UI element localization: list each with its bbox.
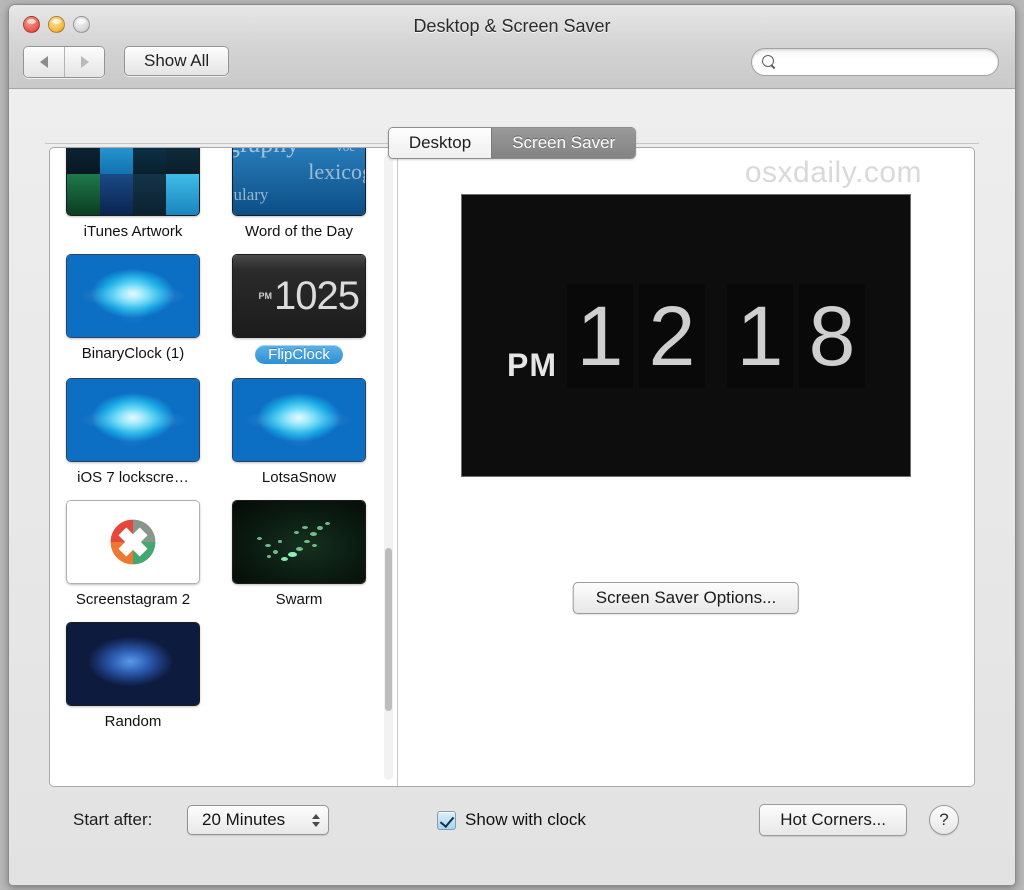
screensaver-label: Swarm (275, 591, 323, 608)
hot-corners-button[interactable]: Hot Corners... (759, 804, 907, 836)
search-icon (762, 54, 777, 70)
window-body: Desktop Screen Saver iTunes Artwork lexi… (9, 89, 1015, 885)
show-with-clock-row[interactable]: Show with clock (437, 810, 586, 830)
tab-screen-saver-label: Screen Saver (512, 133, 616, 152)
blue-swirl-art (67, 255, 199, 337)
wotd-word-3: lexicog (308, 159, 365, 184)
screensaver-label: iTunes Artwork (83, 223, 183, 240)
flipclock-digit-1: 1 (567, 283, 633, 388)
window-title: Desktop & Screen Saver (413, 16, 611, 36)
flipclock-ampm: PM (507, 346, 557, 383)
flipclock-thumb-digits: 1025 (274, 274, 360, 318)
back-button[interactable] (24, 47, 64, 77)
bottom-controls: Start after: 20 Minutes Show with clock … (9, 798, 1015, 842)
dark-swirl-art (67, 623, 199, 705)
wotd-word-4: bulary (233, 185, 269, 204)
flipclock-digit-3: 1 (727, 283, 793, 388)
start-after-dropdown[interactable]: 20 Minutes (187, 805, 329, 835)
tab-screen-saver[interactable]: Screen Saver (491, 128, 636, 158)
screensaver-item-itunes-artwork[interactable]: iTunes Artwork (50, 148, 216, 248)
stepper-down-icon (312, 821, 320, 827)
search-input[interactable] (783, 54, 983, 70)
stepper-up-icon (312, 813, 320, 819)
screensaver-list[interactable]: iTunes Artwork graphy voc lexicog bulary (50, 148, 398, 786)
show-all-label: Show All (144, 51, 210, 70)
screen-saver-options-label: Screen Saver Options... (595, 588, 777, 607)
screen-saver-options-button[interactable]: Screen Saver Options... (572, 582, 800, 614)
thumbnail-lotsasnow (232, 378, 366, 462)
flipclock-digit-4: 8 (799, 283, 865, 388)
thumbnail-binaryclock (66, 254, 200, 338)
swarm-art (233, 501, 365, 583)
list-scrollbar-thumb[interactable] (385, 548, 392, 712)
blue-swirl-art (67, 379, 199, 461)
screensaver-item-random[interactable]: Random (50, 616, 216, 738)
screensaver-item-binaryclock[interactable]: BinaryClock (1) (50, 248, 216, 372)
thumbnail-itunes-artwork (66, 148, 200, 216)
tab-group: Desktop Screen Saver (387, 127, 637, 159)
screensaver-label-selected: FlipClock (255, 345, 343, 364)
flipclock-thumb-ampm: PM (258, 291, 273, 301)
window-titlebar: Desktop & Screen Saver Show All (9, 5, 1015, 89)
search-field[interactable] (751, 48, 999, 76)
preview-pane: osxdaily.com PM 1 2 1 8 Screen Saver Opt… (398, 148, 974, 786)
list-scrollbar[interactable] (384, 154, 393, 780)
tab-desktop[interactable]: Desktop (388, 128, 492, 158)
thumbnail-swarm (232, 500, 366, 584)
screensaver-label: LotsaSnow (261, 469, 337, 486)
screensaver-label: Word of the Day (244, 223, 354, 240)
thumbnail-word-of-the-day: graphy voc lexicog bulary (232, 148, 366, 216)
preferences-window: Desktop & Screen Saver Show All Desktop (8, 4, 1016, 886)
screensaver-item-lotsasnow[interactable]: LotsaSnow (216, 372, 382, 494)
tab-desktop-label: Desktop (408, 133, 472, 152)
chevron-right-icon (80, 56, 89, 68)
flipclock-preview: PM 1 2 1 8 (507, 283, 865, 388)
stepper-icon (312, 813, 320, 827)
forward-button[interactable] (64, 47, 104, 77)
start-after-label: Start after: (73, 810, 153, 829)
wotd-word-2: voc (336, 148, 355, 155)
itunes-artwork-art (67, 148, 199, 215)
screensaver-item-swarm[interactable]: Swarm (216, 494, 382, 616)
screensaver-item-screenstagram-2[interactable]: Screenstagram 2 (50, 494, 216, 616)
blue-swirl-art (233, 379, 365, 461)
chevron-left-icon (40, 56, 48, 68)
screensaver-item-word-of-the-day[interactable]: graphy voc lexicog bulary Word of the Da… (216, 148, 382, 248)
word-of-the-day-art: graphy voc lexicog bulary (233, 148, 365, 215)
wotd-word-1: graphy (233, 148, 299, 159)
flipclock-thumb-art: PM 1025 (233, 255, 365, 337)
thumbnail-flipclock: PM 1025 (232, 254, 366, 338)
screensaver-label: iOS 7 lockscre… (77, 469, 189, 486)
show-with-clock-checkbox[interactable] (437, 810, 456, 830)
show-all-button[interactable]: Show All (124, 46, 230, 76)
start-after-value: 20 Minutes (202, 810, 286, 829)
screenstagram-art (67, 501, 199, 583)
navigation-buttons (23, 46, 105, 78)
show-with-clock-label: Show with clock (465, 810, 586, 829)
thumbnail-ios7-lockscreen (66, 378, 200, 462)
help-button[interactable]: ? (929, 805, 959, 835)
screenstagram-logo-icon (110, 519, 156, 565)
screensaver-item-flipclock[interactable]: PM 1025 FlipClock (216, 248, 382, 372)
screensaver-grid: iTunes Artwork graphy voc lexicog bulary (50, 148, 383, 738)
content-panel: iTunes Artwork graphy voc lexicog bulary (49, 147, 975, 787)
flipclock-digit-2: 2 (639, 283, 705, 388)
thumbnail-screenstagram-2 (66, 500, 200, 584)
thumbnail-random (66, 622, 200, 706)
screensaver-item-ios7-lockscreen[interactable]: iOS 7 lockscre… (50, 372, 216, 494)
watermark: osxdaily.com (744, 156, 922, 189)
screensaver-preview[interactable]: PM 1 2 1 8 (461, 194, 911, 477)
hot-corners-label: Hot Corners... (780, 810, 886, 829)
help-label: ? (939, 810, 949, 829)
screensaver-label: Screenstagram 2 (75, 591, 191, 608)
screensaver-label: BinaryClock (1) (81, 345, 185, 362)
screensaver-label: Random (104, 713, 162, 730)
